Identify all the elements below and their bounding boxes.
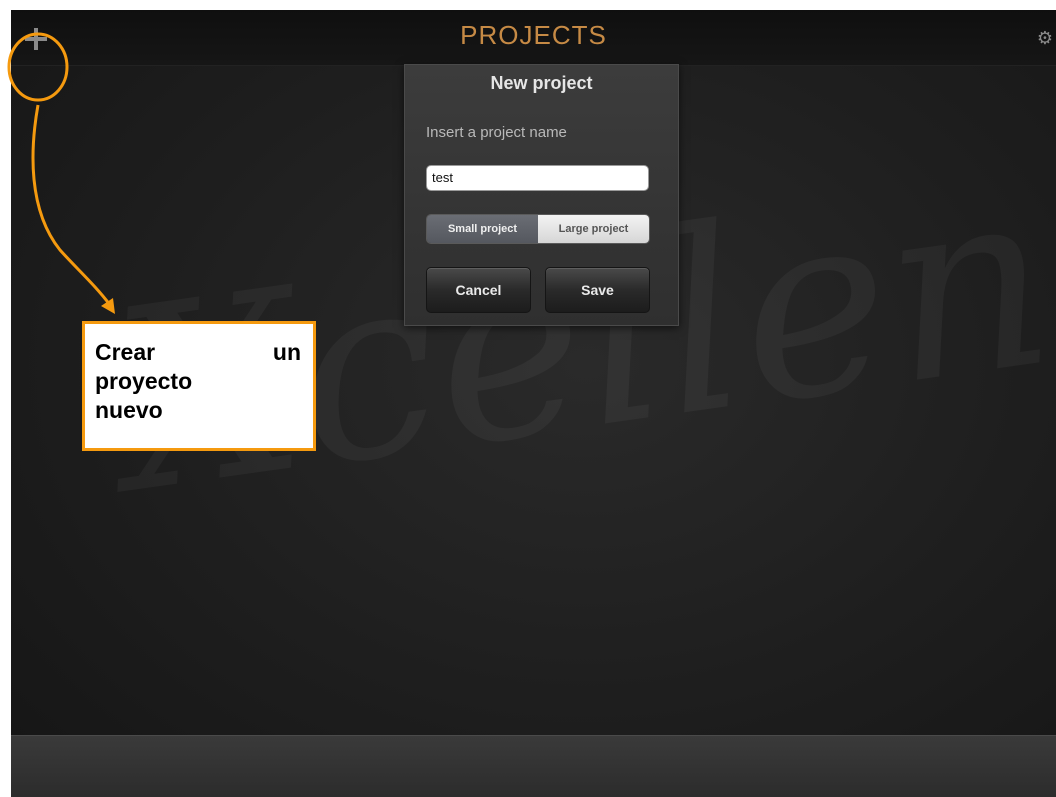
cancel-button[interactable]: Cancel [426,267,531,313]
dialog-title: New project [490,73,593,93]
large-project-option[interactable]: Large project [538,215,649,243]
project-name-input[interactable]: test [426,165,649,191]
callout-word: Crear [95,339,156,365]
project-name-label: Insert a project name [426,124,567,141]
top-bar: PROJECTS ⚙ [11,10,1056,66]
project-size-segmented-control: Small project Large project [426,214,650,244]
callout-word: proyecto [95,368,193,394]
bottom-toolbar [11,735,1056,797]
new-project-dialog: New project Insert a project name test S… [404,64,679,326]
page-title: PROJECTS [460,20,607,50]
save-button[interactable]: Save [545,267,650,313]
small-project-option[interactable]: Small project [427,215,538,243]
annotation-callout: Crear un proyecto nuevo [82,321,316,451]
gear-icon[interactable]: ⚙ [1034,28,1056,50]
callout-word: un [272,339,301,365]
callout-word: nuevo [95,397,163,423]
